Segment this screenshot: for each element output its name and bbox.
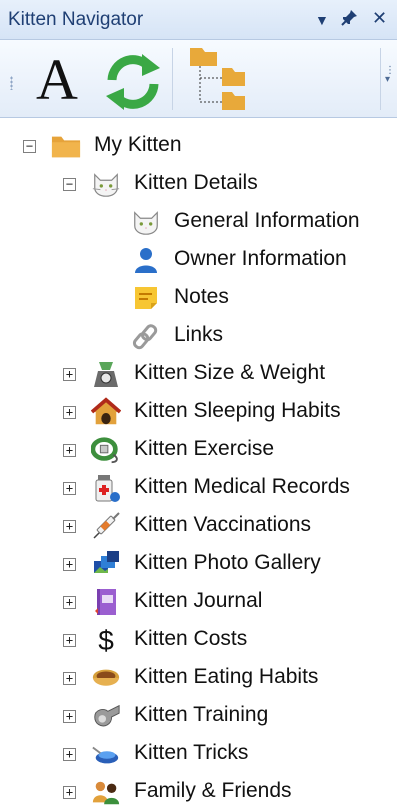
tree-item-label: Owner Information [174,247,347,270]
tree-item-kitten-size-weight[interactable]: + Kitten Size & Weight [0,356,397,392]
food-bowl-icon [91,663,121,693]
folder-tree-icon [190,48,245,110]
tree-item-label: Kitten Size & Weight [134,361,326,384]
expand-toggle-icon[interactable]: + [63,520,76,533]
tree-item-my-kitten[interactable]: − My Kitten [0,128,397,164]
tree-item-kitten-vaccinations[interactable]: + Kitten Vaccinations [0,508,397,544]
panel-title: Kitten Navigator [8,9,144,30]
tree-item-kitten-sleeping-habits[interactable]: + Kitten Sleeping Habits [0,394,397,430]
tree-item-kitten-tricks[interactable]: + Kitten Tricks [0,736,397,772]
tree-item-label: Links [174,323,224,346]
expand-toggle-icon[interactable]: + [63,482,76,495]
folder-tree-button[interactable] [186,42,245,114]
font-icon: A [36,47,78,112]
tree-item-links[interactable]: Links [0,318,397,354]
folder-icon [51,131,81,161]
scale-icon [91,359,121,389]
tree-item-label: Kitten Medical Records [134,475,350,498]
tree-item-label: Kitten Details [134,171,258,194]
panel-title-bar: Kitten Navigator ▼ ✕ [0,0,397,40]
font-button[interactable]: A [34,42,92,114]
tree-item-label: Notes [174,285,229,308]
photos-icon [91,549,121,579]
expand-toggle-icon[interactable]: + [63,786,76,799]
chain-link-icon [131,321,161,351]
toolbar-separator [172,48,173,110]
dollar-icon: $ [91,625,121,655]
tree-item-label: Kitten Sleeping Habits [134,399,341,422]
toolbar-overflow-chevron-icon[interactable]: ⋮ ▾ [385,66,395,94]
expand-toggle-icon[interactable]: + [63,368,76,381]
pin-icon[interactable] [339,8,359,32]
tree-item-kitten-details[interactable]: − Kitten Details [0,166,397,202]
refresh-button[interactable] [104,42,162,114]
expand-toggle-icon[interactable]: + [63,672,76,685]
tree-item-kitten-eating-habits[interactable]: + Kitten Eating Habits [0,660,397,696]
expand-toggle-icon[interactable]: + [63,558,76,571]
tree-item-kitten-journal[interactable]: + Kitten Journal [0,584,397,620]
expand-toggle-icon[interactable]: + [63,634,76,647]
tree-item-label: Kitten Journal [134,589,263,612]
cat-face-icon [91,169,121,199]
tree-item-kitten-medical-records[interactable]: + Kitten Medical Records [0,470,397,506]
tree-item-label: Kitten Exercise [134,437,275,460]
expand-toggle-icon[interactable]: + [63,710,76,723]
tree-item-kitten-photo-gallery[interactable]: + Kitten Photo Gallery [0,546,397,582]
journal-icon [91,587,121,617]
toolbar-separator [380,48,381,110]
collapse-toggle-icon[interactable]: − [63,178,76,191]
whistle-icon [91,701,121,731]
cat-face-icon [131,207,161,237]
tree-item-label: My Kitten [94,133,182,156]
expand-toggle-icon[interactable]: + [63,406,76,419]
tree-item-label: Kitten Vaccinations [134,513,312,536]
clicker-icon [91,739,121,769]
tree-item-owner-information[interactable]: Owner Information [0,242,397,278]
tree-item-kitten-costs[interactable]: + $ Kitten Costs [0,622,397,658]
note-icon [131,283,161,313]
tree-item-label: Kitten Eating Habits [134,665,319,688]
tree-item-family-friends[interactable]: + Family & Friends [0,774,397,810]
tree-item-general-information[interactable]: General Information [0,204,397,240]
tree-item-label: Kitten Training [134,703,269,726]
tree-item-label: Kitten Tricks [134,741,249,764]
collapse-toggle-icon[interactable]: − [23,140,36,153]
dropdown-arrow-icon[interactable]: ▼ [315,10,329,30]
medical-bottle-icon [91,473,121,503]
tree-item-label: Family & Friends [134,779,292,802]
tree-item-kitten-exercise[interactable]: + Kitten Exercise [0,432,397,468]
syringe-icon [91,511,121,541]
tree-item-label: Kitten Photo Gallery [134,551,321,574]
tree-item-notes[interactable]: Notes [0,280,397,316]
expand-toggle-icon[interactable]: + [63,748,76,761]
refresh-icon [106,54,160,110]
close-icon[interactable]: ✕ [372,8,387,28]
person-icon [131,245,161,275]
expand-toggle-icon[interactable]: + [63,596,76,609]
toolbar-grip[interactable] [10,76,13,90]
tree-item-kitten-training[interactable]: + Kitten Training [0,698,397,734]
leash-icon [91,435,121,465]
tree-item-label: Kitten Costs [134,627,248,650]
toolbar: A ⋮ ▾ [0,40,397,118]
people-icon [91,777,121,807]
expand-toggle-icon[interactable]: + [63,444,76,457]
cat-house-icon [91,397,121,427]
tree-item-label: General Information [174,209,360,232]
svg-text:$: $ [98,625,114,655]
